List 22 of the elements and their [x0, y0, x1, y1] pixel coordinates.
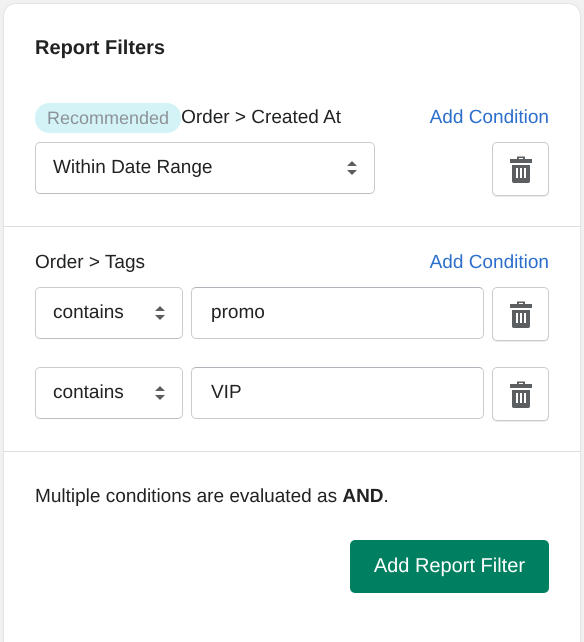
- value-input[interactable]: promo: [191, 287, 484, 339]
- conditions-note: Multiple conditions are evaluated as AND.: [35, 486, 390, 508]
- value-input[interactable]: VIP: [191, 367, 484, 419]
- add-condition-link[interactable]: Add Condition: [430, 252, 549, 274]
- trash-icon: [508, 380, 532, 408]
- operator-select[interactable]: contains: [35, 367, 183, 419]
- trash-icon: [508, 155, 532, 183]
- filter-field-label: Order > Tags: [35, 252, 146, 274]
- filter-field-label: Order > Created At: [181, 107, 342, 129]
- delete-button[interactable]: [492, 142, 549, 196]
- recommended-badge: Recommended: [35, 103, 182, 133]
- add-condition-link[interactable]: Add Condition: [430, 107, 549, 129]
- select-caret-icon: [346, 160, 358, 176]
- delete-button[interactable]: [492, 367, 549, 421]
- add-report-filter-button[interactable]: Add Report Filter: [350, 540, 549, 593]
- delete-button[interactable]: [492, 287, 549, 341]
- operator-select[interactable]: contains: [35, 287, 183, 339]
- card-title: Report Filters: [35, 36, 166, 60]
- select-caret-icon: [154, 305, 166, 321]
- operator-select[interactable]: Within Date Range: [35, 142, 375, 194]
- trash-icon: [508, 300, 532, 328]
- select-caret-icon: [154, 385, 166, 401]
